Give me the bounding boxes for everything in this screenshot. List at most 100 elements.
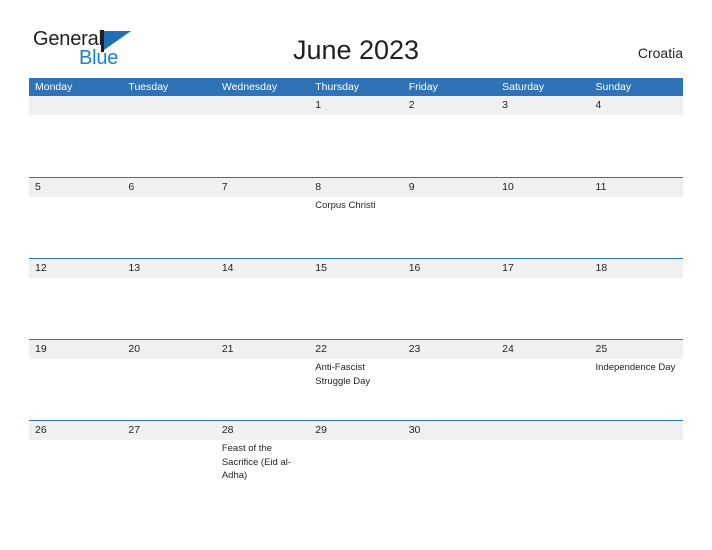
calendar-day-cell[interactable]: 9 <box>402 178 497 213</box>
day-number: 4 <box>595 99 602 111</box>
calendar-day-cell[interactable]: 27 <box>122 421 216 483</box>
day-events <box>590 440 683 442</box>
day-events <box>496 440 589 442</box>
calendar-day-cell[interactable]: 17 <box>496 259 590 280</box>
calendar-day-cell[interactable]: 14 <box>215 259 310 280</box>
day-number: 5 <box>35 181 41 193</box>
calendar-day-cell[interactable]: 25 Independence Day <box>589 340 683 388</box>
day-events <box>590 197 683 199</box>
calendar-day-cell[interactable]: 28 Feast of the Sacrifice (Eid al-Adha) <box>215 421 310 483</box>
region-label: Croatia <box>637 45 683 61</box>
calendar-day-cell[interactable]: 11 <box>589 178 683 213</box>
calendar-day-cell[interactable]: 7 <box>215 178 310 213</box>
day-number-band: 11 <box>589 178 683 197</box>
day-events <box>29 359 122 361</box>
day-number-band: 4 <box>589 96 683 115</box>
week-days: 12 13 14 15 16 17 18 <box>29 259 683 280</box>
calendar-day-cell-empty <box>496 421 590 483</box>
calendar-day-cell[interactable]: 20 <box>122 340 216 388</box>
day-number-band: 8 <box>309 178 403 197</box>
calendar-day-cell[interactable]: 21 <box>215 340 310 388</box>
day-number-band: 13 <box>122 259 216 278</box>
calendar-day-cell[interactable]: 19 <box>29 340 123 388</box>
day-number: 30 <box>408 424 421 436</box>
day-events <box>216 115 309 117</box>
calendar-day-cell[interactable]: 30 <box>402 421 497 483</box>
weekday-friday: Friday <box>408 81 438 93</box>
calendar-day-cell-empty <box>122 96 216 117</box>
holiday-label: Corpus Christi <box>315 200 376 211</box>
day-number: 16 <box>408 262 421 274</box>
day-events <box>309 278 402 280</box>
calendar-day-cell[interactable]: 29 <box>309 421 403 483</box>
calendar-day-cell[interactable]: 10 <box>496 178 590 213</box>
week-days: 19 20 21 22 Anti-Fascist Struggle Day 23 24 25 I… <box>29 340 683 388</box>
day-number-band: 20 <box>122 340 216 359</box>
day-number: 22 <box>315 343 327 355</box>
calendar-week-row: 26 27 28 Feast of the Sacrifice (Eid al-Adh… <box>29 420 683 515</box>
calendar-day-cell[interactable]: 3 <box>496 96 590 117</box>
day-events <box>496 197 589 199</box>
calendar-day-cell[interactable]: 8 Corpus Christi <box>309 178 403 213</box>
day-number: 9 <box>408 181 415 193</box>
day-number-band: 5 <box>29 178 123 197</box>
day-number: 27 <box>128 424 141 436</box>
calendar-day-cell[interactable]: 5 <box>29 178 123 213</box>
calendar-day-cell[interactable]: 16 <box>402 259 497 280</box>
calendar-day-cell[interactable]: 1 <box>309 96 403 117</box>
weekday-thursday: Thursday <box>315 81 360 93</box>
calendar-day-cell[interactable]: 15 <box>309 259 403 280</box>
calendar-week-row: 12 13 14 15 16 17 18 <box>29 258 683 339</box>
day-number: 24 <box>502 343 514 355</box>
weekday-monday: Monday <box>35 81 73 93</box>
day-number-band: 18 <box>589 259 683 278</box>
weekday-header-row: Monday Tuesday Wednesday Thursday Friday… <box>29 78 683 96</box>
day-number-band <box>215 96 310 115</box>
day-events <box>403 115 496 117</box>
day-number: 8 <box>315 181 322 193</box>
week-days: 26 27 28 Feast of the Sacrifice (Eid al-Adh… <box>29 421 683 483</box>
calendar-day-cell[interactable]: 4 <box>589 96 683 117</box>
holiday-label: Anti-Fascist Struggle Day <box>315 362 371 387</box>
day-number-band <box>496 421 590 440</box>
calendar-day-cell[interactable]: 23 <box>402 340 497 388</box>
calendar-day-cell[interactable]: 6 <box>122 178 216 213</box>
day-number: 18 <box>595 262 608 274</box>
day-number-band: 26 <box>29 421 123 440</box>
calendar-day-cell[interactable]: 13 <box>122 259 216 280</box>
calendar-weeks: 1 2 3 4 5 6 7 8 Corpus Christi 9 10 11 12 13 14 15 16 17 1… <box>29 96 683 515</box>
calendar-week-row: 19 20 21 22 Anti-Fascist Struggle Day 23 24 25 I… <box>29 339 683 420</box>
calendar-day-cell[interactable]: 2 <box>402 96 497 117</box>
day-number-band: 30 <box>402 421 497 440</box>
day-number: 7 <box>221 181 228 193</box>
day-number-band: 16 <box>402 259 497 278</box>
calendar-day-cell[interactable]: 18 <box>589 259 683 280</box>
day-number-band <box>122 96 216 115</box>
calendar-day-cell[interactable]: 26 <box>29 421 123 483</box>
day-number: 23 <box>408 343 421 355</box>
day-events <box>403 278 496 280</box>
day-number: 6 <box>128 181 135 193</box>
page-title: June 2023 <box>292 35 420 65</box>
day-events <box>216 278 309 280</box>
day-events <box>216 359 309 361</box>
day-number-band: 27 <box>122 421 216 440</box>
day-events <box>122 115 215 117</box>
calendar-day-cell[interactable]: 22 Anti-Fascist Struggle Day <box>309 340 403 388</box>
weekday-saturday: Saturday <box>502 81 545 93</box>
day-number: 25 <box>595 343 608 355</box>
day-number: 26 <box>35 424 47 436</box>
day-number: 1 <box>315 99 322 111</box>
day-events <box>403 359 496 361</box>
weekday-sunday: Sunday <box>595 81 632 93</box>
calendar-day-cell[interactable]: 24 <box>496 340 590 388</box>
calendar-day-cell[interactable]: 12 <box>29 259 123 280</box>
day-number-band: 23 <box>402 340 497 359</box>
weekday-wednesday: Wednesday <box>221 81 278 93</box>
day-number-band: 3 <box>496 96 590 115</box>
day-events <box>29 197 122 199</box>
day-number-band: 21 <box>215 340 310 359</box>
day-number: 3 <box>502 99 508 111</box>
weekday-tuesday: Tuesday <box>128 81 169 93</box>
holiday-label: Feast of the Sacrifice (Eid al-Adha) <box>221 443 292 481</box>
